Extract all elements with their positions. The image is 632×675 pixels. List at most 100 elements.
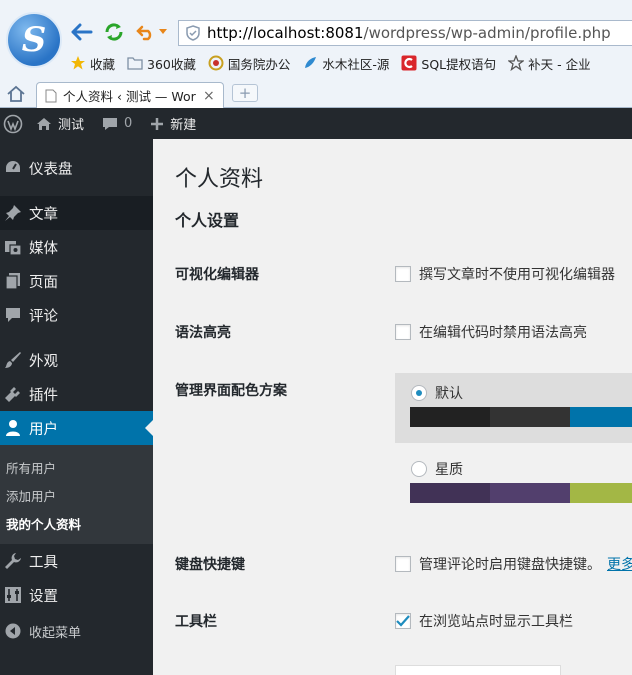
keyboard-shortcuts-label: 键盘快捷键 — [175, 557, 245, 573]
refresh-button[interactable] — [102, 20, 126, 44]
home-button[interactable] — [6, 84, 26, 104]
swatch — [490, 483, 570, 503]
sidebar-item-label: 仪表盘 — [29, 161, 73, 178]
sidebar-item-users[interactable]: 用户 — [0, 411, 153, 445]
sidebar-item-settings[interactable]: 设置 — [0, 578, 153, 612]
sidebar-item-label: 外观 — [29, 353, 58, 370]
close-icon[interactable]: × — [203, 88, 215, 104]
sidebar-item-label: 插件 — [29, 387, 58, 404]
bookmark-label: 水木社区-源 — [322, 56, 390, 72]
sidebar-item-media[interactable]: 媒体 — [0, 230, 153, 264]
color-scheme-default[interactable]: 默认 — [395, 373, 632, 443]
scheme-head: 默认 — [411, 383, 463, 403]
submenu-add-user[interactable]: 添加用户 — [6, 486, 56, 505]
section-title: 个人设置 — [175, 211, 240, 230]
syntax-highlight-option[interactable]: 在编辑代码时禁用语法高亮 — [395, 322, 587, 342]
swatch — [570, 407, 632, 427]
scheme-swatches — [410, 407, 632, 427]
collapse-icon — [3, 621, 23, 641]
site-name: 测试 — [58, 118, 85, 133]
leaf-icon — [302, 55, 318, 71]
comments-link[interactable]: 0 — [102, 108, 132, 139]
wp-logo-button[interactable] — [0, 108, 26, 139]
syntax-highlight-label: 语法高亮 — [175, 325, 231, 341]
sidebar-item-appearance[interactable]: 外观 — [0, 343, 153, 377]
sidebar-item-posts[interactable]: 文章 — [0, 196, 153, 230]
admin-sidebar: 仪表盘 文章 媒体 页面 评论 外观 插件 用户 所有用户 添加用户 我的个人资… — [0, 139, 153, 675]
visual-editor-checkbox[interactable] — [395, 266, 411, 282]
undo-dropdown[interactable] — [156, 20, 170, 44]
bookmark-shuimu[interactable]: 水木社区-源 — [302, 54, 389, 73]
back-button[interactable] — [70, 20, 94, 44]
shield-icon — [186, 25, 200, 41]
pushpin-icon — [3, 203, 23, 223]
star-icon — [70, 55, 86, 71]
bookmark-gov[interactable]: 国务院办公 — [208, 54, 291, 73]
page-title: 个人资料 — [175, 167, 264, 192]
sidebar-item-label: 工具 — [29, 554, 58, 571]
new-content-button[interactable]: 新建 — [150, 108, 196, 139]
home-icon — [37, 117, 51, 130]
scheme-swatches — [410, 483, 632, 503]
sidebar-item-pages[interactable]: 页面 — [0, 264, 153, 298]
scheme-radio-default[interactable] — [411, 385, 427, 401]
new-label: 新建 — [170, 118, 197, 133]
color-scheme-ectoplasm[interactable]: 星质 — [395, 449, 632, 519]
gov-icon — [208, 55, 224, 71]
bookmark-label: 补天 - 企业 — [528, 56, 591, 72]
site-name-link[interactable]: 测试 — [36, 108, 84, 139]
radio-dot — [416, 390, 422, 396]
browser-logo-mark: S — [21, 20, 47, 60]
submenu-all-users[interactable]: 所有用户 — [6, 458, 56, 477]
keyboard-shortcuts-checkbox[interactable] — [395, 556, 411, 572]
bookmark-label: 360收藏 — [147, 56, 196, 72]
keyboard-shortcuts-option[interactable]: 管理评论时启用键盘快捷键。 更多 — [395, 554, 632, 574]
chevron-down-icon — [159, 29, 167, 34]
folder-icon — [127, 55, 143, 71]
sidebar-item-label: 评论 — [29, 308, 58, 325]
sidebar-item-tools[interactable]: 工具 — [0, 544, 153, 578]
bookmark-label: 国务院办公 — [227, 56, 291, 72]
toolbar-option[interactable]: 在浏览站点时显示工具栏 — [395, 611, 573, 631]
sidebar-item-label: 用户 — [29, 421, 58, 438]
bookmark-360[interactable]: 360收藏 — [127, 54, 196, 73]
submenu-my-profile[interactable]: 我的个人资料 — [6, 514, 81, 533]
browser-logo[interactable]: S — [6, 12, 62, 68]
dashboard-icon — [3, 158, 23, 178]
sidebar-item-plugins[interactable]: 插件 — [0, 377, 153, 411]
url-path: /wordpress/wp-admin/profile.php — [363, 24, 611, 42]
toolbar-checkbox[interactable] — [395, 613, 411, 629]
comment-icon — [3, 305, 23, 325]
url-host: http://localhost:8081 — [207, 24, 364, 42]
collapse-menu-button[interactable]: 收起菜单 — [0, 617, 153, 645]
bookmark-label: 收藏 — [90, 56, 116, 72]
media-icon — [3, 237, 23, 257]
bookmark-sql[interactable]: SQL提权语句 — [401, 54, 496, 73]
wordpress-icon — [3, 114, 23, 133]
plugin-icon — [3, 384, 23, 404]
sidebar-item-dashboard[interactable]: 仪表盘 — [0, 151, 153, 185]
keyboard-shortcuts-text: 管理评论时启用键盘快捷键。 — [419, 557, 601, 573]
url-text: http://localhost:8081/wordpress/wp-admin… — [207, 24, 611, 42]
tab-bar: 个人资料 ‹ 测试 — Wor × + — [0, 80, 632, 108]
back-arrow-icon — [71, 23, 93, 41]
new-tab-button[interactable]: + — [232, 84, 258, 102]
page-icon — [3, 271, 23, 291]
scheme-radio-ectoplasm[interactable] — [411, 461, 427, 477]
tab-profile[interactable]: 个人资料 ‹ 测试 — Wor × — [36, 82, 224, 108]
home-icon — [7, 85, 25, 102]
sidebar-item-label: 媒体 — [29, 240, 58, 257]
bookmark-butian[interactable]: 补天 - 企业 — [508, 54, 591, 73]
visual-editor-option[interactable]: 撰写文章时不使用可视化编辑器 — [395, 264, 615, 284]
language-select[interactable] — [395, 665, 561, 675]
comments-count: 0 — [124, 116, 133, 131]
more-info-link[interactable]: 更多 — [607, 554, 632, 574]
swatch — [410, 483, 490, 503]
sidebar-item-comments[interactable]: 评论 — [0, 298, 153, 332]
visual-editor-label: 可视化编辑器 — [175, 267, 259, 283]
bookmark-label: SQL提权语句 — [421, 56, 497, 72]
bookmark-favorites[interactable]: 收藏 — [70, 54, 115, 73]
syntax-highlight-checkbox[interactable] — [395, 324, 411, 340]
address-bar[interactable]: http://localhost:8081/wordpress/wp-admin… — [178, 20, 632, 46]
undo-button[interactable] — [134, 20, 158, 44]
